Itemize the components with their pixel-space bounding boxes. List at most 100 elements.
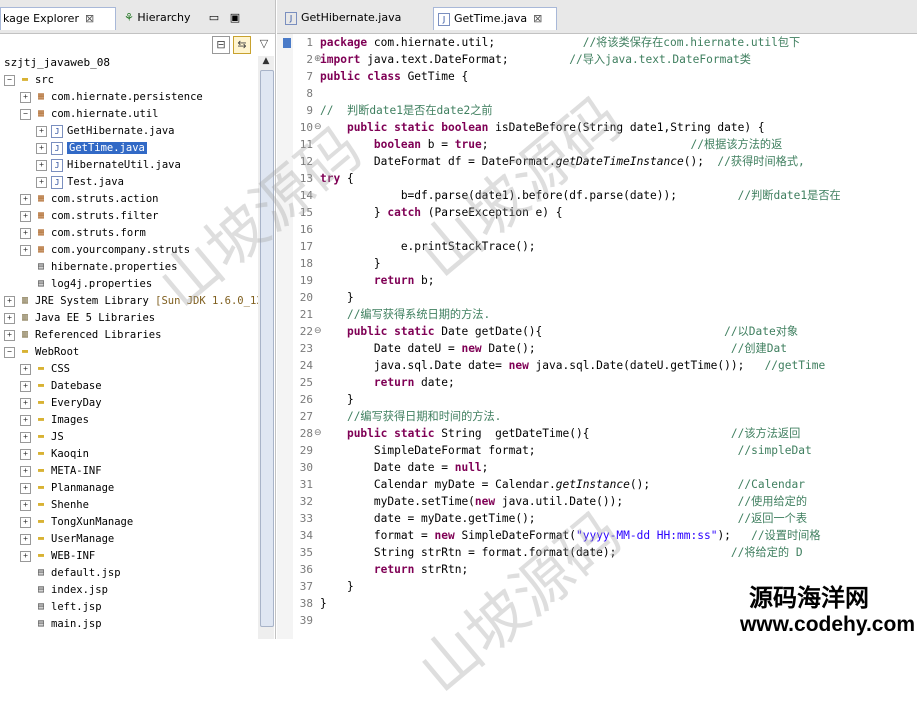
code-line[interactable]: b=df.parse(date1).before(df.parse(date))… (320, 187, 841, 204)
code-line[interactable]: date = myDate.getTime(); //返回一个表 (320, 510, 807, 527)
tree-item[interactable]: + ▥ Referenced Libraries (4, 327, 161, 344)
tree-item[interactable]: + J GetTime.java (36, 140, 147, 157)
tree-item[interactable]: − ▬ src (4, 72, 54, 89)
maximize-view-button[interactable]: ▣ (226, 7, 244, 29)
code-line[interactable]: } (320, 578, 354, 595)
tree-item[interactable]: + ▬ JS (20, 429, 64, 446)
code-line[interactable]: try { (320, 170, 354, 187)
tree-item[interactable]: + ▥ JRE System Library [Sun JDK 1.6.0_13] (4, 293, 269, 310)
tree-item[interactable]: − ▬ WebRoot (4, 344, 79, 361)
code-line[interactable]: java.sql.Date date= new java.sql.Date(da… (320, 357, 825, 374)
tree-item[interactable]: + ▦ com.yourcompany.struts (20, 242, 190, 259)
expand-icon[interactable]: + (20, 448, 31, 460)
code-line[interactable]: } catch (ParseException e) { (320, 204, 563, 221)
view-menu-icon[interactable]: ▽ (256, 36, 272, 52)
tree-item[interactable]: + J GetHibernate.java (36, 123, 174, 140)
collapse-icon[interactable]: − (20, 108, 31, 120)
expand-icon[interactable]: + (20, 550, 31, 562)
tree-item[interactable]: + ▦ com.struts.filter (20, 208, 158, 225)
project-name[interactable]: szjtj_javaweb_08 (4, 56, 110, 69)
code-line[interactable]: return b; (320, 272, 435, 289)
tree-item[interactable]: + ▦ com.struts.action (20, 191, 158, 208)
tree-item[interactable]: + ▬ TongXunManage (20, 514, 133, 531)
tree-item[interactable]: + ▦ com.hiernate.persistence (20, 89, 203, 106)
tree-item[interactable]: + ▥ Java EE 5 Libraries (4, 310, 155, 327)
tree-item[interactable]: ▤ left.jsp (20, 599, 102, 616)
close-icon[interactable]: ⊠ (533, 12, 542, 25)
expand-icon[interactable]: + (20, 431, 31, 443)
expand-icon[interactable]: + (20, 533, 31, 545)
tab-gettime[interactable]: J GetTime.java ⊠ (433, 7, 557, 30)
tree-item[interactable]: + ▬ UserManage (20, 531, 114, 548)
code-line[interactable]: e.printStackTrace(); (320, 238, 536, 255)
code-line[interactable]: public static Date getDate(){ //以Date对象 (320, 323, 798, 340)
tree-item[interactable]: + ▦ com.struts.form (20, 225, 146, 242)
tree-item[interactable]: + ▬ Planmanage (20, 480, 114, 497)
expand-icon[interactable]: + (20, 210, 31, 222)
code-line[interactable]: format = new SimpleDateFormat("yyyy-MM-d… (320, 527, 821, 544)
code-line[interactable]: public static String getDateTime(){ //该方… (320, 425, 800, 442)
tree-item[interactable]: + ▬ Kaoqin (20, 446, 89, 463)
code-line[interactable]: Calendar myDate = Calendar.getInstance()… (320, 476, 812, 493)
expand-icon[interactable]: + (36, 125, 47, 137)
code-line[interactable]: DateFormat df = DateFormat.getDateTimeIn… (320, 153, 805, 170)
expand-icon[interactable]: + (20, 465, 31, 477)
code-line[interactable]: } (320, 289, 354, 306)
expand-icon[interactable]: + (36, 142, 47, 154)
expand-icon[interactable]: + (36, 159, 47, 171)
tree-item[interactable]: ▤ log4j.properties (20, 276, 152, 293)
code-line[interactable]: // 判断date1是否在date2之前 (320, 102, 493, 119)
tree-item[interactable]: + ▬ CSS (20, 361, 70, 378)
tree-item[interactable]: + ▬ WEB-INF (20, 548, 95, 565)
expand-icon[interactable]: + (4, 329, 15, 341)
code-line[interactable]: String strRtn = format.format(date); //将… (320, 544, 803, 561)
expand-icon[interactable]: + (20, 397, 31, 409)
expand-icon[interactable]: + (20, 193, 31, 205)
expand-icon[interactable]: + (20, 516, 31, 528)
tree-item[interactable]: + ▬ Datebase (20, 378, 102, 395)
collapse-icon[interactable]: − (4, 346, 15, 358)
tree-item[interactable]: ▤ main.jsp (20, 616, 102, 633)
tab-gethibernate[interactable]: J GetHibernate.java (281, 7, 431, 29)
close-icon[interactable]: ⊠ (85, 12, 94, 25)
expand-icon[interactable]: + (20, 482, 31, 494)
collapse-all-icon[interactable]: ⊟ (212, 36, 230, 54)
code-line[interactable]: } (320, 595, 327, 612)
code-line[interactable]: import java.text.DateFormat; //导入java.te… (320, 51, 751, 68)
expand-icon[interactable]: + (4, 312, 15, 324)
expand-icon[interactable]: + (20, 414, 31, 426)
code-line[interactable]: boolean b = true; //根据该方法的返 (320, 136, 782, 153)
scrollbar-thumb[interactable] (260, 70, 274, 627)
expand-icon[interactable]: + (20, 244, 31, 256)
code-line[interactable]: //编写获得日期和时间的方法. (320, 408, 501, 425)
tree-item[interactable]: + ▬ META-INF (20, 463, 102, 480)
link-with-editor-icon[interactable]: ⇆ (233, 36, 251, 54)
tree-item[interactable]: + ▬ Images (20, 412, 89, 429)
expand-icon[interactable]: + (20, 91, 31, 103)
code-line[interactable]: return date; (320, 374, 455, 391)
explorer-scrollbar[interactable]: ▲ (258, 56, 274, 639)
code-line[interactable]: public static boolean isDateBefore(Strin… (320, 119, 765, 136)
tree-item[interactable]: − ▦ com.hiernate.util (20, 106, 158, 123)
tree-item[interactable]: + ▬ Shenhe (20, 497, 89, 514)
code-line[interactable]: package com.hiernate.util; //将该类保存在com.h… (320, 34, 800, 51)
code-line[interactable]: Date dateU = new Date(); //创建Dat (320, 340, 787, 357)
expand-icon[interactable]: + (36, 176, 47, 188)
tree-item[interactable]: + J Test.java (36, 174, 124, 191)
expand-icon[interactable]: + (20, 499, 31, 511)
collapse-icon[interactable]: − (4, 74, 15, 86)
tree-item[interactable]: + J HibernateUtil.java (36, 157, 181, 174)
expand-icon[interactable]: + (20, 380, 31, 392)
expand-icon[interactable]: + (4, 295, 15, 307)
scroll-up-icon[interactable]: ▲ (260, 56, 272, 68)
code-line[interactable]: //编写获得系统日期的方法. (320, 306, 490, 323)
tree-item[interactable]: ▤ hibernate.properties (20, 259, 177, 276)
minimize-view-button[interactable]: ▭ (206, 7, 222, 29)
tree-item[interactable]: ▤ default.jsp (20, 565, 121, 582)
code-line[interactable]: public class GetTime { (320, 68, 468, 85)
tab-hierarchy[interactable]: ⚘ Hierarchy (120, 7, 204, 29)
expand-icon[interactable]: + (20, 227, 31, 239)
tree-item[interactable]: + ▬ EveryDay (20, 395, 102, 412)
code-line[interactable]: myDate.setTime(new java.util.Date()); //… (320, 493, 807, 510)
expand-icon[interactable]: + (20, 363, 31, 375)
